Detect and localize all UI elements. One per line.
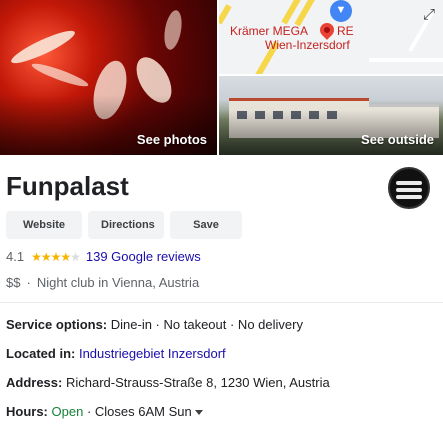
divider — [0, 302, 443, 303]
map-label: Krämer MEGA — [230, 24, 309, 38]
rating-row: 4.1 ★★★★★ 139 Google reviews — [6, 249, 201, 264]
hours-status: Open — [51, 404, 84, 419]
category-text: Night club in Vienna, Austria — [36, 275, 200, 290]
map-thumbnail[interactable]: ▼ Krämer MEGA RE Wien-Inzersdorf ⤢ — [219, 0, 443, 74]
address-value: Richard-Strauss-Straße 8, 1230 Wien, Aus… — [65, 375, 330, 390]
hours-row: Hours: Open · Closes 6AM Sun — [6, 404, 203, 419]
service-options-value: Dine-in · No takeout · No delivery — [110, 317, 303, 332]
street-view-thumbnail[interactable]: See outside — [219, 76, 443, 155]
business-logo-icon[interactable] — [388, 167, 430, 209]
hours-label: Hours: — [6, 404, 48, 419]
star-rating-icon: ★★★★★ — [31, 249, 81, 264]
directions-button[interactable]: Directions — [88, 211, 164, 239]
hours-detail[interactable]: · Closes 6AM Sun — [87, 404, 192, 419]
chevron-down-icon[interactable] — [194, 410, 203, 416]
hero-images: See photos ▼ Krämer MEGA RE Wien-Inzersd… — [0, 0, 443, 155]
address-label: Address: — [6, 375, 63, 390]
reviews-link[interactable]: 139 Google reviews — [86, 249, 201, 264]
website-button[interactable]: Website — [6, 211, 82, 239]
save-button[interactable]: Save — [170, 211, 242, 239]
service-options-row: Service options: Dine-in · No takeout · … — [6, 317, 303, 332]
navigation-icon: ▼ — [330, 0, 352, 22]
rating-score: 4.1 — [6, 249, 25, 264]
category-row: $$ · Night club in Vienna, Austria — [6, 275, 199, 290]
map-label: Wien-Inzersdorf — [265, 38, 350, 52]
located-in-row: Located in: Industriegebiet Inzersdorf — [6, 346, 226, 361]
separator: · — [26, 275, 31, 290]
map-pin-icon — [317, 20, 337, 40]
place-title: Funpalast — [6, 171, 129, 201]
action-buttons: Website Directions Save — [6, 211, 242, 239]
located-in-link[interactable]: Industriegebiet Inzersdorf — [79, 346, 226, 361]
located-in-label: Located in: — [6, 346, 76, 361]
address-row: Address: Richard-Strauss-Straße 8, 1230 … — [6, 375, 330, 390]
expand-icon[interactable]: ⤢ — [423, 6, 435, 23]
see-outside-button[interactable]: See outside — [361, 132, 434, 147]
photos-thumbnail[interactable]: See photos — [0, 0, 217, 155]
map-label: RE — [337, 24, 354, 38]
service-options-label: Service options: — [6, 317, 108, 332]
price-level: $$ — [6, 275, 21, 290]
see-photos-button[interactable]: See photos — [137, 132, 207, 147]
